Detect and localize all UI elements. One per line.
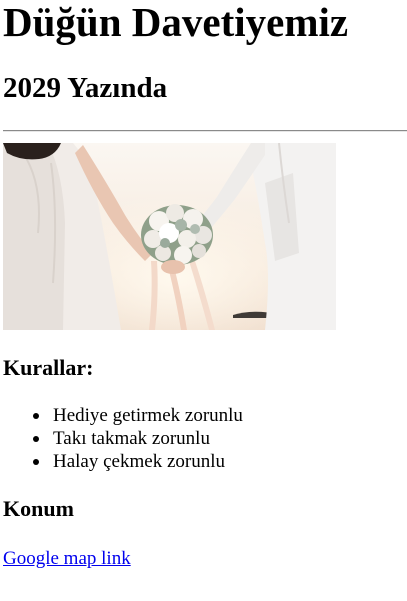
horizontal-rule <box>3 130 407 132</box>
rules-list: Hediye getirmek zorunlu Takı takmak zoru… <box>33 404 243 473</box>
google-map-link[interactable]: Google map link <box>3 547 131 570</box>
location-heading: Konum <box>3 496 74 521</box>
rules-heading: Kurallar: <box>3 355 94 380</box>
wedding-photo <box>3 143 336 330</box>
rules-list-item: Halay çekmek zorunlu <box>33 450 243 473</box>
page-title: Düğün Davetiyemiz <box>3 0 349 45</box>
invitation-page: Düğün Davetiyemiz 2029 Yazında Kurallar:… <box>0 0 407 601</box>
page-subtitle: 2029 Yazında <box>3 72 168 104</box>
rules-list-item: Takı takmak zorunlu <box>33 427 243 450</box>
rules-list-item: Hediye getirmek zorunlu <box>33 405 243 426</box>
